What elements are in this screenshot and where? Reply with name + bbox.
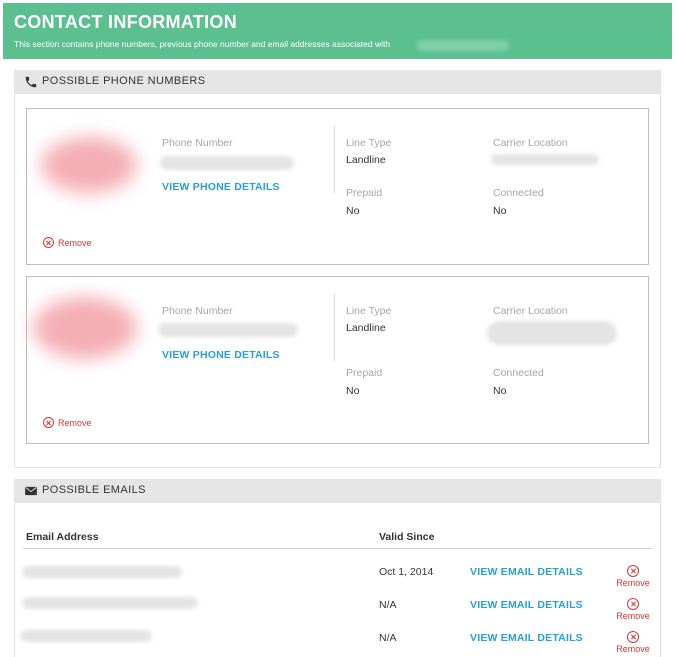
remove-label: Remove <box>58 417 92 428</box>
remove-email-button[interactable]: Remove <box>613 565 653 588</box>
remove-email-button[interactable]: Remove <box>613 598 653 621</box>
envelope-icon <box>25 486 37 496</box>
carrier-location-label: Carrier Location <box>493 137 568 149</box>
connected-label: Connected <box>493 367 544 379</box>
card-divider <box>334 125 335 193</box>
valid-since-value: Oct 1, 2014 <box>379 566 434 578</box>
emails-section-bar: POSSIBLE EMAILS <box>14 479 661 503</box>
redacted-phone-number <box>160 156 294 170</box>
remove-label: Remove <box>58 237 92 248</box>
prepaid-value: No <box>346 205 360 217</box>
remove-x-icon <box>43 417 54 428</box>
remove-x-icon <box>627 631 639 643</box>
emails-section-title: POSSIBLE EMAILS <box>42 484 146 496</box>
section-subtitle: This section contains phone numbers, pre… <box>14 39 391 49</box>
view-email-details-link[interactable]: VIEW EMAIL DETAILS <box>470 632 583 644</box>
connected-value: No <box>493 385 507 397</box>
contact-information-header: CONTACT INFORMATION This section contain… <box>3 3 672 59</box>
prepaid-label: Prepaid <box>346 367 383 379</box>
view-phone-details-link[interactable]: VIEW PHONE DETAILS <box>162 181 280 193</box>
prepaid-label: Prepaid <box>346 187 383 199</box>
redacted-phone-number <box>158 323 298 337</box>
line-type-value: Landline <box>346 322 386 334</box>
phone-number-label: Phone Number <box>162 137 233 149</box>
line-type-label: Line Type <box>346 305 392 317</box>
phone-card: Phone Number VIEW PHONE DETAILS Line Typ… <box>26 276 649 444</box>
remove-email-button[interactable]: Remove <box>613 631 653 654</box>
view-email-details-link[interactable]: VIEW EMAIL DETAILS <box>470 566 583 578</box>
remove-phone-button[interactable]: Remove <box>43 417 92 428</box>
redacted-name <box>417 40 509 51</box>
valid-since-value: N/A <box>379 632 397 644</box>
redacted-avatar <box>41 137 137 193</box>
redacted-carrier-location <box>487 321 617 345</box>
valid-since-column-header: Valid Since <box>379 531 435 543</box>
phones-section-title: POSSIBLE PHONE NUMBERS <box>42 75 206 87</box>
redacted-carrier-location <box>491 154 599 165</box>
remove-x-icon <box>627 565 639 577</box>
redacted-avatar <box>33 297 137 359</box>
connected-value: No <box>493 205 507 217</box>
phone-card: Phone Number VIEW PHONE DETAILS Line Typ… <box>26 108 649 265</box>
phones-section-bar: POSSIBLE PHONE NUMBERS <box>14 70 661 94</box>
remove-label: Remove <box>616 644 650 654</box>
redacted-email <box>20 630 152 642</box>
remove-x-icon <box>43 237 54 248</box>
valid-since-value: N/A <box>379 599 397 611</box>
email-address-column-header: Email Address <box>26 531 99 543</box>
remove-x-icon <box>627 598 639 610</box>
redacted-email <box>22 566 182 578</box>
remove-phone-button[interactable]: Remove <box>43 237 92 248</box>
phone-icon <box>25 76 37 88</box>
line-type-label: Line Type <box>346 137 392 149</box>
line-type-value: Landline <box>346 154 386 166</box>
redacted-email <box>22 597 198 609</box>
view-phone-details-link[interactable]: VIEW PHONE DETAILS <box>162 349 280 361</box>
phone-number-label: Phone Number <box>162 305 233 317</box>
card-divider <box>334 293 335 361</box>
remove-label: Remove <box>616 611 650 621</box>
carrier-location-label: Carrier Location <box>493 305 568 317</box>
view-email-details-link[interactable]: VIEW EMAIL DETAILS <box>470 599 583 611</box>
section-title: CONTACT INFORMATION <box>14 12 238 32</box>
remove-label: Remove <box>616 578 650 588</box>
connected-label: Connected <box>493 187 544 199</box>
prepaid-value: No <box>346 385 360 397</box>
table-header-divider <box>23 548 652 549</box>
